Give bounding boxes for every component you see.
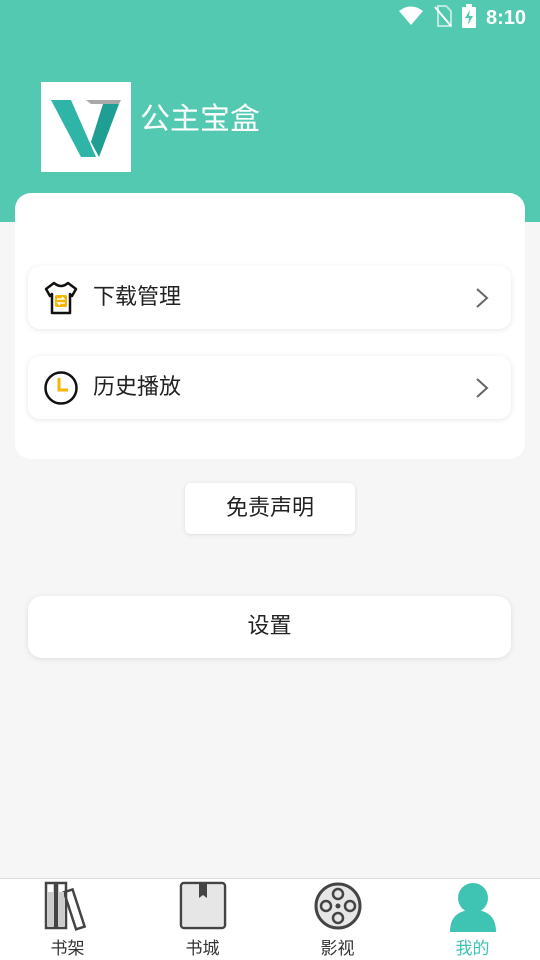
status-time: 8:10 (485, 6, 526, 29)
tab-label: 我的 (455, 939, 490, 959)
tab-bookshelf[interactable]: 书架 (0, 879, 135, 960)
status-bar: 8:10 (0, 0, 540, 36)
clock-icon (43, 370, 79, 406)
tab-label: 书架 (50, 939, 85, 959)
menu-label: 下载管理 (93, 285, 182, 310)
tab-mine[interactable]: 我的 (405, 879, 540, 960)
bottom-nav: 书架 书城 影视 我的 (0, 878, 540, 960)
wifi-icon (398, 6, 424, 30)
disclaimer-button[interactable]: 免责声明 (185, 483, 355, 534)
book-icon (177, 880, 229, 932)
tab-label: 书城 (185, 939, 220, 959)
user-icon (447, 880, 499, 932)
bookshelf-icon (42, 880, 94, 932)
chevron-right-icon (475, 377, 489, 399)
tab-bookstore[interactable]: 书城 (135, 879, 270, 960)
menu-card: 下载管理 历史播放 (15, 193, 525, 459)
chevron-right-icon (475, 287, 489, 309)
app-title: 公主宝盒 (140, 102, 260, 137)
download-shirt-icon (43, 280, 79, 316)
film-reel-icon (312, 880, 364, 932)
settings-button[interactable]: 设置 (28, 596, 511, 658)
tab-label: 影视 (320, 939, 355, 959)
menu-item-download-management[interactable]: 下载管理 (28, 266, 511, 329)
menu-item-play-history[interactable]: 历史播放 (28, 356, 511, 419)
no-sim-icon (434, 5, 452, 31)
tab-video[interactable]: 影视 (270, 879, 405, 960)
app-logo (41, 82, 131, 172)
battery-charging-icon (461, 4, 476, 32)
menu-label: 历史播放 (93, 375, 182, 400)
